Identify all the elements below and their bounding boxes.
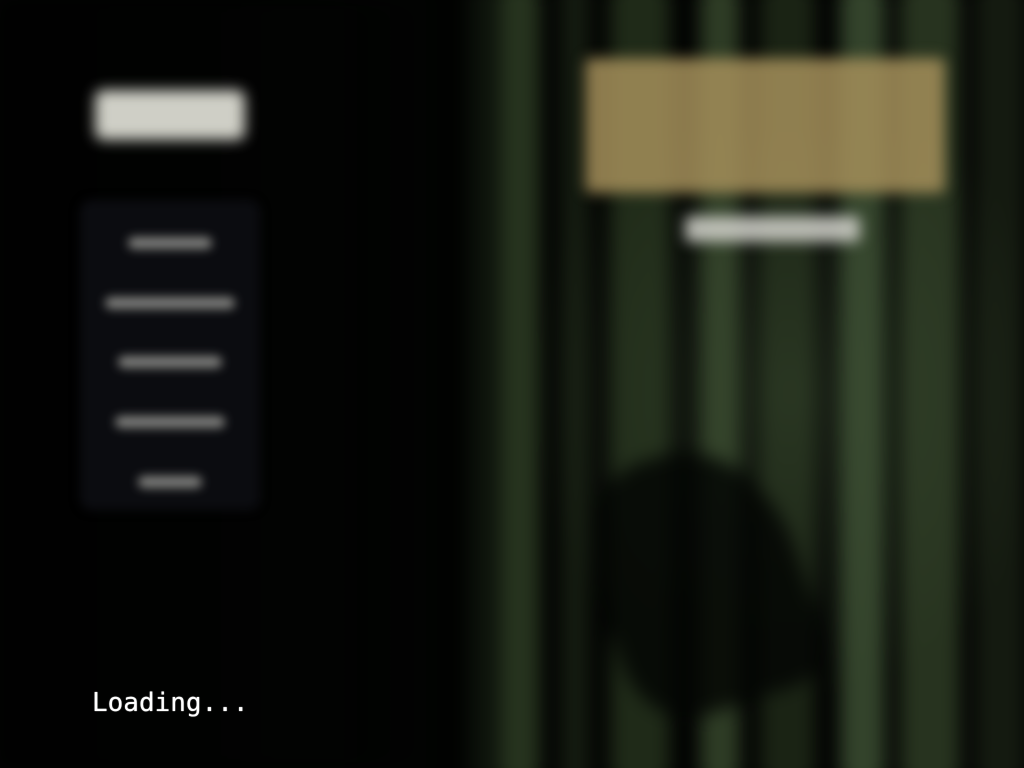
logo-title xyxy=(585,58,945,193)
menu-item-4[interactable] xyxy=(100,403,240,439)
menu-item-5[interactable] xyxy=(100,463,240,499)
loading-text: Loading... xyxy=(92,688,249,718)
menu-item-3[interactable] xyxy=(100,343,240,379)
menu-item-label xyxy=(118,356,222,368)
menu-header xyxy=(95,90,245,140)
menu-item-label xyxy=(115,416,225,428)
menu-item-1[interactable] xyxy=(100,224,240,260)
menu-item-2[interactable] xyxy=(100,284,240,320)
menu-item-label xyxy=(128,237,212,249)
game-logo xyxy=(585,58,945,242)
menu-item-label xyxy=(138,476,202,488)
logo-subtitle xyxy=(685,216,860,242)
game-screen: Loading... xyxy=(0,0,1024,768)
menu-item-label xyxy=(105,297,235,309)
